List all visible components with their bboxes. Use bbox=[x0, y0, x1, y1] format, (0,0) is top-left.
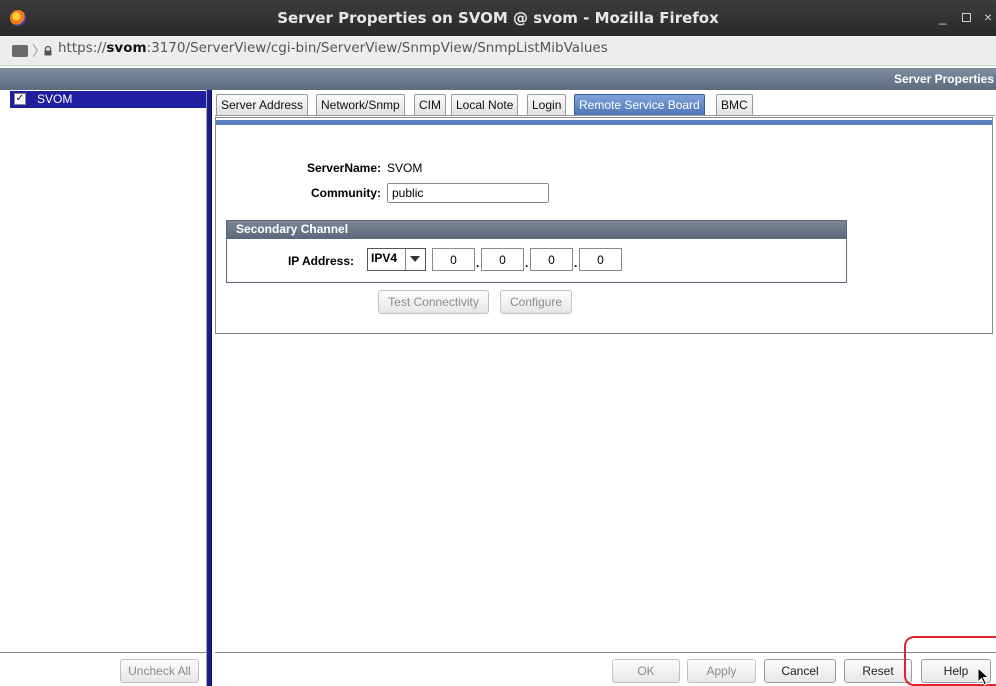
cancel-button[interactable]: Cancel bbox=[764, 659, 836, 683]
ip-dot: . bbox=[574, 256, 578, 270]
ip-octet-4[interactable] bbox=[579, 248, 622, 271]
server-name-label: ServerName: bbox=[306, 161, 381, 175]
tab-server-address[interactable]: Server Address bbox=[216, 94, 309, 116]
secondary-channel-title: Secondary Channel bbox=[236, 222, 349, 236]
panel-splitter[interactable] bbox=[206, 90, 212, 686]
chevron-down-icon[interactable] bbox=[410, 256, 420, 262]
tab-login[interactable]: Login bbox=[527, 94, 567, 116]
lock-icon[interactable] bbox=[43, 46, 53, 56]
url-text[interactable]: https://svom:3170/ServerView/cgi-bin/Ser… bbox=[58, 40, 608, 56]
url-path: :3170/ServerView/cgi-bin/ServerView/Snmp… bbox=[146, 40, 608, 56]
maximize-icon[interactable] bbox=[962, 13, 971, 22]
community-field[interactable] bbox=[387, 183, 549, 203]
ip-address-label: IP Address: bbox=[287, 254, 354, 268]
ip-dot: . bbox=[476, 256, 480, 270]
configure-button[interactable]: Configure bbox=[500, 290, 572, 314]
server-name-value: SVOM bbox=[387, 161, 423, 175]
select-separator bbox=[405, 249, 406, 270]
url-scheme: https:// bbox=[58, 40, 107, 56]
ok-button[interactable]: OK bbox=[612, 659, 680, 683]
ip-octet-2[interactable] bbox=[481, 248, 524, 271]
page-title: Server Properties bbox=[893, 72, 994, 86]
mouse-pointer-icon bbox=[977, 667, 990, 686]
close-icon[interactable]: × bbox=[984, 9, 992, 25]
tree-item-label[interactable]: SVOM bbox=[37, 92, 72, 106]
header-band bbox=[0, 68, 996, 90]
server-tree-panel bbox=[0, 90, 206, 686]
tab-underline bbox=[215, 115, 995, 116]
tab-content-accent bbox=[216, 120, 992, 125]
ip-octet-3[interactable] bbox=[530, 248, 573, 271]
ip-dot: . bbox=[525, 256, 529, 270]
page-info-icon[interactable] bbox=[12, 45, 28, 57]
apply-button[interactable]: Apply bbox=[687, 659, 756, 683]
community-label: Community: bbox=[311, 186, 381, 200]
tab-local-note[interactable]: Local Note bbox=[451, 94, 519, 116]
tree-checkbox[interactable]: ✓ bbox=[14, 93, 26, 105]
tab-cim[interactable]: CIM bbox=[414, 94, 446, 116]
tab-bmc[interactable]: BMC bbox=[716, 94, 753, 116]
ip-octet-1[interactable] bbox=[432, 248, 475, 271]
tab-network-snmp[interactable]: Network/Snmp bbox=[316, 94, 405, 116]
window-title: Server Properties on SVOM @ svom - Mozil… bbox=[277, 9, 719, 27]
test-connectivity-button[interactable]: Test Connectivity bbox=[378, 290, 489, 314]
divider bbox=[0, 652, 206, 653]
divider bbox=[215, 652, 996, 653]
tab-remote-service-board[interactable]: Remote Service Board bbox=[574, 94, 705, 116]
uncheck-all-button[interactable]: Uncheck All bbox=[120, 659, 199, 683]
ip-version-value: IPV4 bbox=[371, 251, 398, 265]
reset-button[interactable]: Reset bbox=[844, 659, 912, 683]
minimize-icon[interactable]: _ bbox=[939, 10, 946, 25]
url-host: svom bbox=[106, 40, 147, 56]
